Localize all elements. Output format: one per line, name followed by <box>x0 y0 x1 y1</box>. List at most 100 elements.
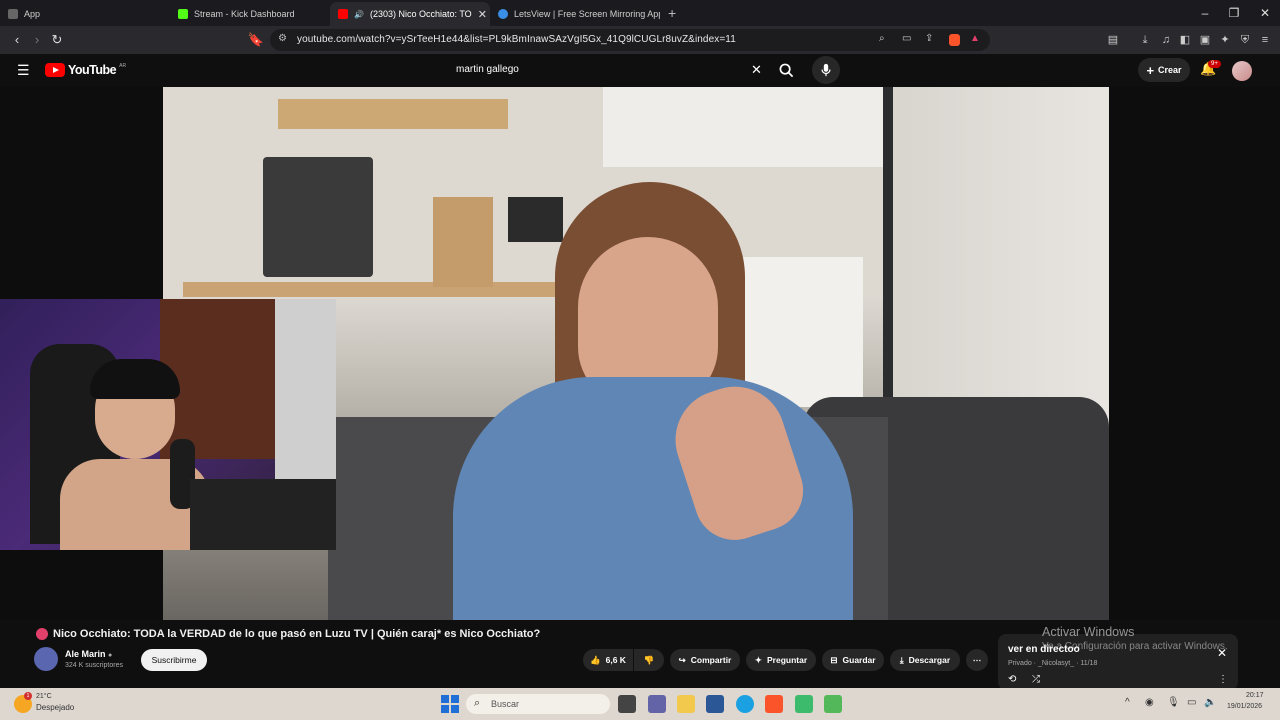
ask-label: Preguntar <box>766 655 808 665</box>
create-button[interactable]: + Crear <box>1138 58 1190 82</box>
tab-label: LetsView | Free Screen Mirroring App <box>514 9 660 19</box>
logo-text: YouTube <box>68 63 117 77</box>
clock-time[interactable]: 20:17 <box>1246 692 1264 699</box>
reload-icon[interactable]: ↻ <box>48 31 66 49</box>
download-arrow-icon: ⤓ <box>899 654 904 665</box>
tab-kick-dashboard[interactable]: Stream - Kick Dashboard <box>170 2 330 26</box>
store-icon[interactable] <box>706 695 724 713</box>
brave-icon[interactable] <box>765 695 783 713</box>
search-button[interactable] <box>772 56 800 84</box>
back-icon[interactable]: ‹ <box>8 31 26 49</box>
share-arrow-icon: ↪ <box>678 654 686 665</box>
microphone-icon <box>821 63 831 77</box>
close-window-button[interactable]: ✕ <box>1250 0 1280 26</box>
playlist-menu-icon[interactable]: ⋮ <box>1218 674 1228 685</box>
new-tab-button[interactable]: + <box>660 2 684 26</box>
tray-app-icon[interactable]: ◉ <box>1145 697 1154 708</box>
download-icon[interactable]: ⤓ <box>1136 31 1154 49</box>
sidebar-icon[interactable]: ▤ <box>1104 31 1122 49</box>
menu-icon[interactable]: ≡ <box>1256 31 1274 49</box>
cork-board <box>433 197 493 287</box>
tab-app[interactable]: App <box>0 2 170 26</box>
address-bar[interactable]: ⚙ youtube.com/watch?v=ySrTeeH1e44&list=P… <box>270 29 990 51</box>
video-player[interactable] <box>0 87 1280 620</box>
brave-shield-icon[interactable] <box>949 34 960 46</box>
voice-search-button[interactable] <box>812 56 840 84</box>
verified-icon: ● <box>108 652 113 659</box>
taskbar-search-icon: ⌕ <box>474 697 481 709</box>
share-button[interactable]: ↪ Compartir <box>670 649 740 671</box>
bookmark-icon[interactable]: 🔖 <box>247 31 265 49</box>
hamburger-menu-icon[interactable]: ☰ <box>17 62 30 79</box>
tray-mic-icon[interactable]: 🎙 <box>1167 697 1180 708</box>
kick-icon <box>178 9 188 19</box>
share-label: Compartir <box>690 655 732 665</box>
youtube-header: ☰ YouTube AR martin gallego ✕ + Crear 🔔 … <box>0 54 1280 87</box>
search-input[interactable]: martin gallego <box>456 64 519 75</box>
channel-avatar[interactable] <box>34 647 58 671</box>
share-icon[interactable]: ⇪ <box>925 33 933 44</box>
task-view-icon[interactable] <box>618 695 636 713</box>
save-label: Guardar <box>842 655 876 665</box>
youtube-icon <box>338 9 348 19</box>
brave-rewards-icon[interactable]: ▲ <box>970 33 980 44</box>
notification-badge: 9+ <box>1208 60 1221 68</box>
save-button[interactable]: ⊟ Guardar <box>822 649 884 671</box>
tab-letsview[interactable]: LetsView | Free Screen Mirroring App <box>490 2 660 26</box>
start-button[interactable] <box>441 695 459 713</box>
photo-shelf <box>278 99 508 129</box>
tab-youtube-video[interactable]: 🔊 (2303) Nico Occhiato: TO ✕ <box>330 2 490 26</box>
clock-date[interactable]: 19/01/2026 <box>1227 703 1262 710</box>
tray-overflow-icon[interactable]: ^ <box>1125 697 1130 708</box>
wallet-icon[interactable]: ▣ <box>1196 31 1214 49</box>
channel-name[interactable]: Ale Marin ● <box>65 649 112 659</box>
vpn-shield-icon[interactable]: ⛨ <box>1236 31 1254 49</box>
subscribe-button[interactable]: Suscribirme <box>141 649 207 671</box>
subscriber-count: 324 K suscriptores <box>65 662 123 669</box>
taskbar-search[interactable]: ⌕ Buscar <box>466 694 610 714</box>
create-label: Crear <box>1158 65 1182 75</box>
dislike-button[interactable]: 👎 <box>634 649 664 671</box>
zoom-icon[interactable]: ⌕ <box>879 33 885 44</box>
teams-icon[interactable] <box>648 695 666 713</box>
letsview-app-icon[interactable] <box>824 695 842 713</box>
sparkle-icon: ✦ <box>754 654 762 665</box>
search-box[interactable]: martin gallego ✕ <box>448 57 772 83</box>
tab-label: App <box>24 9 41 19</box>
bookmark-save-icon: ⊟ <box>830 654 838 665</box>
split-view-icon[interactable]: ◧ <box>1176 31 1194 49</box>
ask-button[interactable]: ✦ Preguntar <box>746 649 816 671</box>
search-icon <box>779 63 793 78</box>
upper-cabinets <box>603 87 883 167</box>
url-text: youtube.com/watch?v=ySrTeeH1e44&list=PL9… <box>297 34 736 45</box>
clear-search-icon[interactable]: ✕ <box>751 62 762 78</box>
file-explorer-icon[interactable] <box>677 695 695 713</box>
close-tab-icon[interactable]: ✕ <box>478 8 487 21</box>
music-icon[interactable]: ♫ <box>1157 31 1175 49</box>
tray-volume-icon[interactable]: 🔈 <box>1204 697 1216 708</box>
tray-network-icon[interactable]: ▭ <box>1187 697 1196 708</box>
user-avatar[interactable] <box>1232 61 1252 81</box>
maximize-button[interactable]: ❐ <box>1219 0 1249 26</box>
screen: App Stream - Kick Dashboard 🔊 (2303) Nic… <box>0 0 1280 720</box>
like-button[interactable]: 👍 6,6 K <box>583 649 633 671</box>
tab-label: Stream - Kick Dashboard <box>194 9 295 19</box>
thumbs-down-icon: 👎 <box>643 654 655 665</box>
minimize-button[interactable]: – <box>1190 0 1220 26</box>
more-actions-button[interactable]: ⋯ <box>966 649 988 671</box>
desk <box>190 479 336 550</box>
shuffle-icon[interactable]: ⤮ <box>1032 674 1040 685</box>
forward-icon[interactable]: › <box>28 31 46 49</box>
taskbar-search-placeholder: Buscar <box>491 699 520 709</box>
obs-like-app-icon[interactable] <box>795 695 813 713</box>
espresso-machine <box>263 157 373 277</box>
download-button[interactable]: ⤓ Descargar <box>890 649 960 671</box>
edge-icon[interactable] <box>736 695 754 713</box>
extensions-icon[interactable]: ✦ <box>1216 31 1234 49</box>
cast-icon[interactable]: ▭ <box>902 33 911 44</box>
playlist-indicator-icon <box>36 628 48 640</box>
download-label: Descargar <box>908 655 951 665</box>
site-info-icon[interactable]: ⚙ <box>278 33 287 44</box>
loop-icon[interactable]: ⟲ <box>1008 674 1016 685</box>
youtube-logo[interactable]: YouTube AR <box>45 63 126 77</box>
